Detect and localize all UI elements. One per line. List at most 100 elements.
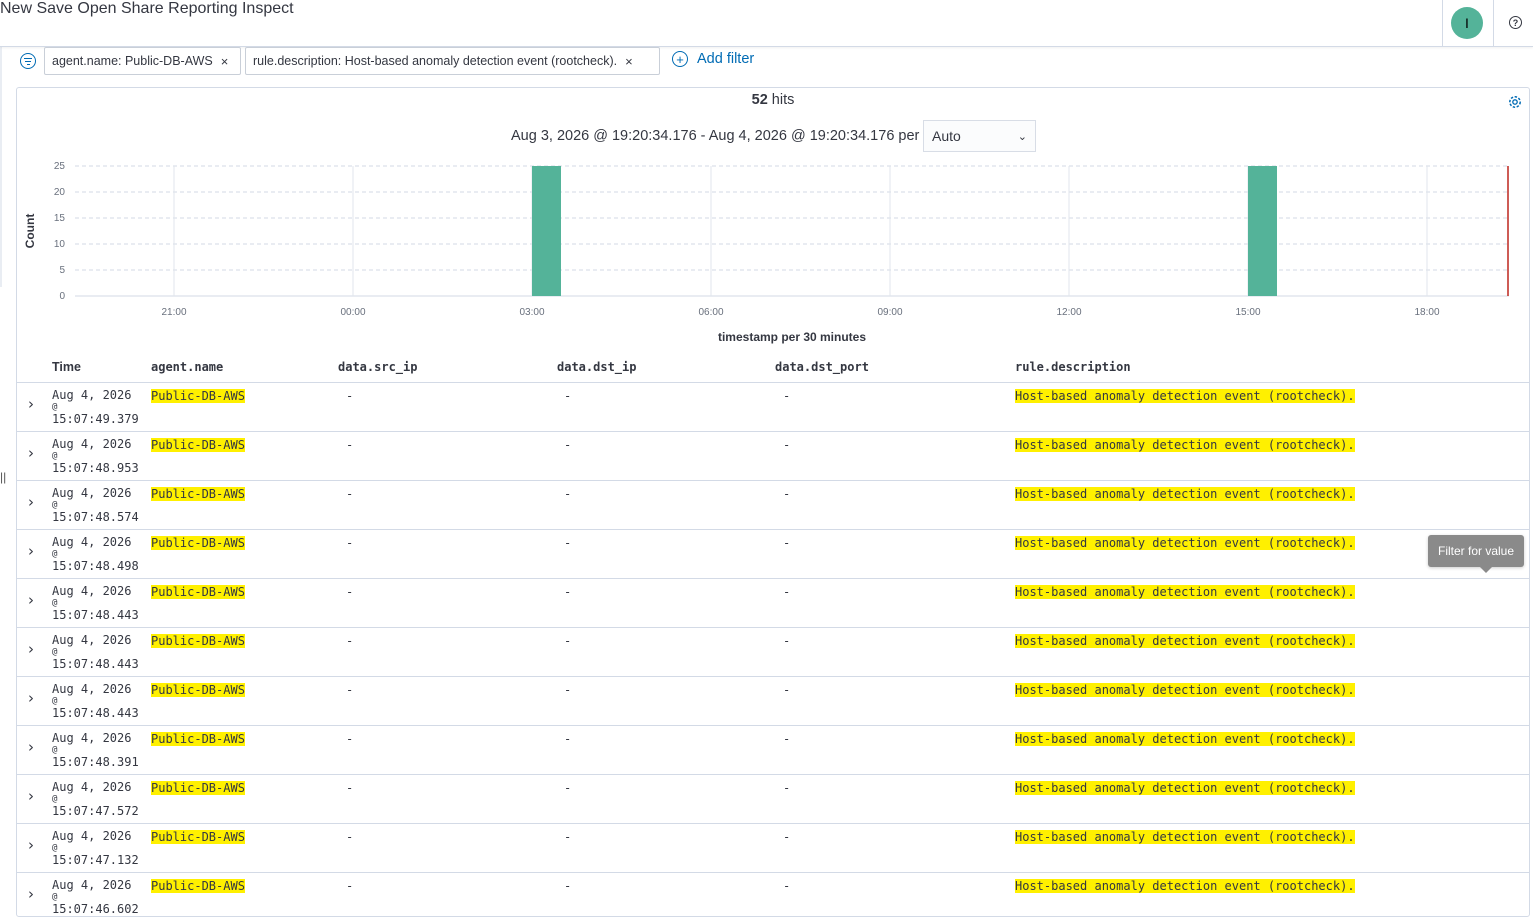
open-button[interactable]: Open [77,0,116,17]
rule-description-cell[interactable]: Host-based anomaly detection event (root… [1015,487,1355,501]
agent-name-cell[interactable]: Public-DB-AWS [151,536,245,550]
src-ip-cell[interactable]: - [346,487,353,501]
filter-pill-rule-description[interactable]: rule.description: Host-based anomaly det… [245,47,660,75]
rule-description-cell[interactable]: Host-based anomaly detection event (root… [1015,830,1355,844]
new-button[interactable]: New [0,0,32,17]
chevron-right-icon[interactable]: › [28,787,34,805]
close-icon[interactable]: × [625,54,633,69]
agent-name-cell[interactable]: Public-DB-AWS [151,389,245,403]
dst-port-cell[interactable]: - [783,585,790,599]
filter-pill-agent-name[interactable]: agent.name: Public-DB-AWS × [44,47,241,75]
column-header-rule-description[interactable]: rule.description [1015,360,1131,374]
dst-port-cell[interactable]: - [783,879,790,893]
dst-port-cell[interactable]: - [783,389,790,403]
src-ip-cell[interactable]: - [346,830,353,844]
dst-port-cell[interactable]: - [783,634,790,648]
filter-pill-label[interactable]: agent.name: Public-DB-AWS [52,54,213,68]
dst-ip-cell[interactable]: - [564,781,571,795]
table-row[interactable]: › Aug 4, 2026 @15:07:48.443 Public-DB-AWS - -… [17,627,1529,676]
chevron-right-icon[interactable]: › [28,591,34,609]
agent-name-cell[interactable]: Public-DB-AWS [151,781,245,795]
rule-description-cell[interactable]: Host-based anomaly detection event (root… [1015,389,1355,403]
rule-description-cell[interactable]: Host-based anomaly detection event (root… [1015,879,1355,893]
panel-resize-handle[interactable]: || [0,470,8,484]
chevron-right-icon[interactable]: › [28,885,34,903]
add-filter-button[interactable]: + Add filter [672,51,754,67]
table-row[interactable]: › Aug 4, 2026 @15:07:48.391 Public-DB-AWS - -… [17,725,1529,774]
rule-description-cell[interactable]: Host-based anomaly detection event (root… [1015,585,1355,599]
column-header-agent-name[interactable]: agent.name [151,360,223,374]
column-header-dst-port[interactable]: data.dst_port [775,360,869,374]
chevron-right-icon[interactable]: › [28,836,34,854]
chevron-right-icon[interactable]: › [28,542,34,560]
filter-menu-icon[interactable] [20,53,36,69]
dst-ip-cell[interactable]: - [564,830,571,844]
histogram-bar[interactable] [532,166,561,296]
table-row[interactable]: › Aug 4, 2026 @15:07:47.132 Public-DB-AWS - -… [17,823,1529,872]
dst-ip-cell[interactable]: - [564,732,571,746]
dst-port-cell[interactable]: - [783,732,790,746]
dst-port-cell[interactable]: - [783,438,790,452]
src-ip-cell[interactable]: - [346,438,353,452]
chevron-right-icon[interactable]: › [28,640,34,658]
dst-ip-cell[interactable]: - [564,634,571,648]
table-row[interactable]: › Aug 4, 2026 @15:07:49.379 Public-DB-AWS - -… [17,382,1529,431]
inspect-button[interactable]: Inspect [242,0,294,17]
dst-port-cell[interactable]: - [783,536,790,550]
table-row[interactable]: › Aug 4, 2026 @15:07:48.443 Public-DB-AWS - -… [17,676,1529,725]
dst-port-cell[interactable]: - [783,683,790,697]
src-ip-cell[interactable]: - [346,781,353,795]
agent-name-cell[interactable]: Public-DB-AWS [151,683,245,697]
rule-description-cell[interactable]: Host-based anomaly detection event (root… [1015,732,1355,746]
src-ip-cell[interactable]: - [346,683,353,697]
src-ip-cell[interactable]: - [346,585,353,599]
src-ip-cell[interactable]: - [346,732,353,746]
dst-port-cell[interactable]: - [783,781,790,795]
chevron-right-icon[interactable]: › [28,738,34,756]
agent-name-cell[interactable]: Public-DB-AWS [151,879,245,893]
dst-ip-cell[interactable]: - [564,879,571,893]
chevron-right-icon[interactable]: › [28,493,34,511]
rule-description-cell[interactable]: Host-based anomaly detection event (root… [1015,683,1355,697]
agent-name-cell[interactable]: Public-DB-AWS [151,830,245,844]
agent-name-cell[interactable]: Public-DB-AWS [151,732,245,746]
dst-ip-cell[interactable]: - [564,683,571,697]
histogram-bar[interactable] [1248,166,1277,296]
src-ip-cell[interactable]: - [346,634,353,648]
table-row[interactable]: › Aug 4, 2026 @15:07:48.574 Public-DB-AWS - -… [17,480,1529,529]
dst-ip-cell[interactable]: - [564,438,571,452]
dst-ip-cell[interactable]: - [564,536,571,550]
chevron-right-icon[interactable]: › [28,444,34,462]
avatar[interactable]: I [1451,7,1483,39]
rule-description-cell[interactable]: Host-based anomaly detection event (root… [1015,634,1355,648]
dst-port-cell[interactable]: - [783,830,790,844]
src-ip-cell[interactable]: - [346,879,353,893]
interval-select[interactable]: Auto ⌄ [923,120,1036,152]
column-header-dst-ip[interactable]: data.dst_ip [557,360,636,374]
column-header-time[interactable]: Time [52,360,81,374]
dst-ip-cell[interactable]: - [564,585,571,599]
table-row[interactable]: › Aug 4, 2026 @15:07:47.572 Public-DB-AWS - -… [17,774,1529,823]
agent-name-cell[interactable]: Public-DB-AWS [151,438,245,452]
chevron-right-icon[interactable]: › [28,689,34,707]
table-row[interactable]: › Aug 4, 2026 @15:07:46.602 Public-DB-AWS - -… [17,872,1529,921]
table-row[interactable]: › Aug 4, 2026 @15:07:48.498 Public-DB-AWS - -… [17,529,1529,578]
column-header-src-ip[interactable]: data.src_ip [338,360,417,374]
src-ip-cell[interactable]: - [346,389,353,403]
filter-pill-label[interactable]: rule.description: Host-based anomaly det… [253,54,617,68]
dst-ip-cell[interactable]: - [564,389,571,403]
gear-icon[interactable] [1507,94,1523,110]
src-ip-cell[interactable]: - [346,536,353,550]
save-button[interactable]: Save [36,0,72,17]
dst-ip-cell[interactable]: - [564,487,571,501]
dst-port-cell[interactable]: - [783,487,790,501]
agent-name-cell[interactable]: Public-DB-AWS [151,634,245,648]
reporting-button[interactable]: Reporting [168,0,237,17]
rule-description-cell[interactable]: Host-based anomaly detection event (root… [1015,438,1355,452]
share-button[interactable]: Share [121,0,164,17]
agent-name-cell[interactable]: Public-DB-AWS [151,487,245,501]
table-row[interactable]: › Aug 4, 2026 @15:07:48.953 Public-DB-AWS - -… [17,431,1529,480]
rule-description-cell[interactable]: Host-based anomaly detection event (root… [1015,781,1355,795]
agent-name-cell[interactable]: Public-DB-AWS [151,585,245,599]
rule-description-cell[interactable]: Host-based anomaly detection event (root… [1015,536,1355,550]
